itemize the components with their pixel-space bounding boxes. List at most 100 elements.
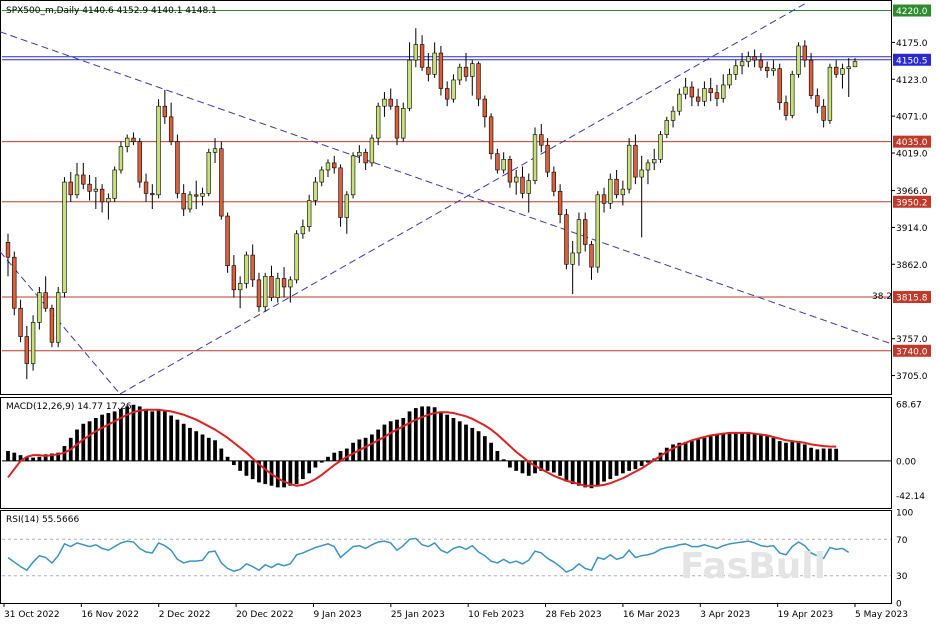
macd-bar: [263, 460, 268, 485]
time-tick-label: 31 Oct 2022: [4, 610, 60, 620]
candle-body: [514, 176, 519, 183]
candle-body: [702, 88, 707, 102]
candle-body: [727, 74, 732, 86]
macd-bar: [31, 457, 35, 461]
macd-bar: [413, 408, 418, 461]
macd-bar: [570, 460, 575, 485]
candle-body: [5, 242, 11, 258]
candle-body: [413, 44, 418, 61]
rsi-tick-label: 0: [896, 600, 902, 610]
watermark: FasBull: [680, 546, 826, 587]
candle-body: [821, 105, 826, 121]
candle-body: [758, 59, 764, 68]
macd-bar: [188, 427, 192, 461]
candle-body: [231, 265, 237, 291]
candle-body: [677, 93, 682, 112]
macd-bar: [12, 452, 17, 461]
level-tag-text-4: 3815.8: [896, 294, 928, 304]
macd-bar: [420, 406, 424, 461]
candle-body: [56, 292, 61, 343]
candle-body: [589, 244, 594, 268]
candle-body: [18, 307, 23, 337]
candle-body: [143, 181, 149, 194]
candle-body: [200, 193, 205, 197]
candle-body: [545, 144, 550, 173]
candle-body: [137, 141, 142, 183]
candle-body: [495, 153, 500, 171]
candle-body: [281, 278, 287, 288]
candle-body: [237, 283, 243, 291]
candle-body: [833, 66, 839, 75]
price-tick-label: 3862.0: [896, 261, 928, 271]
candle-body: [407, 59, 412, 109]
rsi-title: RSI(14) 55.5666: [6, 515, 79, 525]
macd-bar: [796, 441, 801, 461]
time-tick-label: 20 Dec 2022: [236, 610, 294, 620]
candle-body: [470, 63, 475, 77]
candle-body: [645, 162, 651, 171]
macd-bar: [815, 449, 820, 461]
macd-bar: [834, 448, 839, 461]
candle-body: [30, 322, 36, 364]
macd-bar: [545, 460, 550, 471]
macd-bar: [740, 432, 744, 461]
candle-body: [445, 88, 450, 100]
macd-bar: [608, 460, 613, 480]
candle-body: [501, 159, 506, 171]
candle-body: [583, 219, 588, 245]
candle-body: [532, 134, 538, 181]
candle-body: [608, 178, 613, 204]
candle-body: [507, 159, 513, 183]
macd-bar: [162, 411, 167, 461]
candle-body: [595, 194, 600, 268]
candle-body: [87, 183, 92, 192]
macd-bar: [577, 460, 581, 486]
candle-body: [721, 84, 726, 99]
macd-bar: [175, 419, 180, 461]
candle-body: [783, 102, 789, 116]
macd-bar: [790, 441, 795, 461]
level-tag-text-3: 3950.2: [896, 198, 928, 208]
candle-body: [777, 68, 782, 103]
price-tick-label: 4019.0: [896, 149, 928, 159]
candle-body: [658, 134, 663, 160]
macd-bar: [150, 411, 155, 461]
macd-bar: [439, 411, 443, 461]
macd-bar: [231, 460, 236, 466]
macd-bar: [752, 433, 757, 461]
macd-bar: [828, 448, 832, 461]
candle-body: [369, 137, 375, 164]
candle-body: [125, 137, 130, 147]
macd-bar: [282, 460, 286, 488]
candle-body: [570, 252, 575, 265]
macd-bar: [595, 460, 600, 486]
candle-body: [325, 162, 331, 171]
time-axis: 31 Oct 2022 16 Nov 2022 2 Dec 2022 20 Dec 2…: [3, 603, 908, 620]
candle-body: [175, 141, 180, 194]
macd-bar: [508, 460, 512, 468]
candle-body: [840, 68, 845, 75]
candle-body: [539, 134, 544, 146]
candle-body: [275, 278, 280, 298]
candle-body: [382, 98, 387, 107]
trend-lines: [0, 1, 892, 395]
candle-body: [771, 68, 776, 72]
price-tick-label: 3705.0: [896, 372, 928, 382]
time-tick-label: 19 Apr 2023: [778, 610, 834, 620]
candle-body: [187, 194, 193, 210]
macd-bar: [169, 415, 174, 461]
candle-body: [846, 66, 851, 69]
macd-bar: [457, 421, 462, 461]
chart-svg: 4220.0 4150.5 4035.0 3950.2 3815.8 3740.0 4175…: [0, 0, 931, 620]
macd-tick-label: 68.67: [896, 401, 922, 411]
horizontal-levels: [2, 10, 891, 352]
macd-bar: [771, 437, 776, 461]
macd-bar: [721, 432, 726, 461]
candle-body: [432, 52, 437, 75]
macd-bar: [451, 417, 456, 461]
time-tick-label: 16 Nov 2022: [81, 610, 139, 620]
macd-bar: [476, 431, 481, 461]
macd-bar: [37, 456, 42, 461]
price-tick-label: 4071.0: [896, 113, 928, 123]
macd-bar: [250, 460, 255, 480]
